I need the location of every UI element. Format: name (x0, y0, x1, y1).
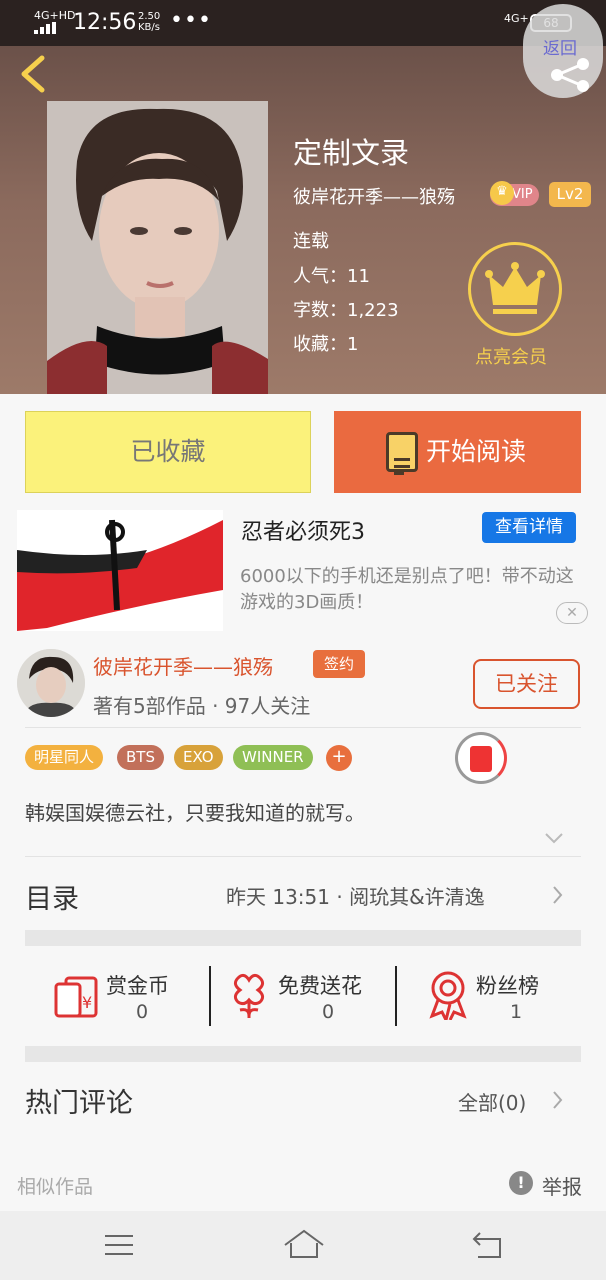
report-icon[interactable]: ! (509, 1171, 533, 1195)
serial-status: 连载 (293, 231, 329, 252)
fan-ranking[interactable]: 粉丝榜 1 (428, 964, 568, 1034)
status-bar: 4G+HD 12:56 2.50 KB/s ••• 4G+ 68 (0, 0, 606, 46)
tag-winner[interactable]: WINNER (233, 745, 313, 770)
reward-coins[interactable]: ¥ 赏金币 0 (52, 964, 202, 1034)
start-reading-label: 开始阅读 (426, 437, 527, 466)
book-author[interactable]: 彼岸花开季——狼殇 (293, 183, 455, 209)
ad-detail-button[interactable]: 查看详情 (482, 512, 576, 543)
back-arrow-icon[interactable] (16, 52, 50, 96)
book-intro: 韩娱国娱德云社，只要我知道的就写。 (25, 801, 365, 825)
menu-icon[interactable] (104, 1233, 134, 1257)
add-tag-button[interactable]: + (326, 745, 352, 771)
medal-icon (429, 971, 467, 1020)
signal-icon (34, 22, 56, 34)
more-icon: ••• (170, 8, 212, 33)
share-icon (551, 58, 589, 92)
favorite-count: 收藏：1 (293, 334, 359, 355)
favorited-button[interactable]: 已收藏 (25, 411, 311, 493)
divider (209, 966, 211, 1026)
report-link[interactable]: 举报 (542, 1171, 582, 1200)
member-label[interactable]: 点亮会员 (475, 343, 547, 369)
network-indicator: 4G+HD (34, 9, 76, 22)
share-float-button[interactable]: 返回 (523, 4, 603, 98)
red-envelope-icon[interactable] (455, 732, 507, 784)
author-stats: 著有5部作品 · 97人关注 (93, 694, 311, 718)
return-icon[interactable] (472, 1231, 504, 1259)
close-icon[interactable]: ✕ (556, 602, 588, 624)
crown-icon (485, 262, 545, 314)
book-header: 定制文录 彼岸花开季——狼殇 VIP ♛ Lv2 连载 人气：11 字数：1,2… (0, 4, 606, 394)
toc-label[interactable]: 目录 (25, 877, 79, 916)
toc-latest-chapter[interactable]: 昨天 13:51 · 阅玧其&许清逸 (226, 881, 485, 910)
start-reading-button[interactable]: 开始阅读 (334, 411, 581, 493)
section-gap (25, 930, 581, 946)
divider (25, 727, 581, 728)
network-speed: 2.50 KB/s (138, 11, 161, 33)
cover-portrait (47, 101, 268, 394)
ad-title[interactable]: 忍者必须死3 (241, 514, 365, 546)
ad-image[interactable] (17, 510, 223, 631)
tag-bts[interactable]: BTS (117, 745, 164, 770)
divider (395, 966, 397, 1026)
coin-red-envelope-icon: ¥ (54, 976, 98, 1018)
chevron-down-icon[interactable] (544, 832, 564, 844)
book-cover (47, 101, 268, 394)
book-icon (386, 432, 418, 475)
vip-crown-icon: ♛ (490, 181, 514, 205)
network-indicator-right: 4G+ (504, 12, 529, 25)
author-name[interactable]: 彼岸花开季——狼殇 (93, 651, 273, 680)
free-flower[interactable]: 免费送花 0 (228, 964, 388, 1034)
ad-description: 6000以下的手机还是别点了吧！带不动这游戏的3D画质！ (240, 566, 574, 613)
home-icon[interactable] (283, 1229, 325, 1261)
all-comments-link[interactable]: 全部(0) (458, 1087, 526, 1116)
similar-works-label: 相似作品 (17, 1176, 94, 1198)
tag-exo[interactable]: EXO (174, 745, 223, 770)
chevron-right-icon[interactable] (552, 885, 563, 905)
chevron-right-icon[interactable] (552, 1090, 563, 1110)
system-nav-bar (0, 1211, 606, 1280)
svg-text:¥: ¥ (82, 993, 92, 1012)
member-button[interactable] (468, 242, 562, 336)
hot-comments-label: 热门评论 (25, 1088, 133, 1119)
tag-star-fanfic[interactable]: 明星同人 (25, 745, 104, 770)
avatar[interactable] (17, 649, 85, 717)
section-gap (25, 1046, 581, 1062)
popularity: 人气：11 (293, 266, 370, 287)
word-count: 字数：1,223 (293, 300, 399, 321)
clock: 12:56 (73, 10, 137, 35)
divider (25, 856, 581, 857)
level-badge: Lv2 (549, 182, 591, 207)
flower-icon (233, 973, 265, 1018)
signed-badge: 签约 (313, 650, 365, 678)
followed-button[interactable]: 已关注 (473, 659, 580, 709)
share-back-label: 返回 (543, 39, 577, 59)
book-title: 定制文录 (293, 136, 410, 170)
